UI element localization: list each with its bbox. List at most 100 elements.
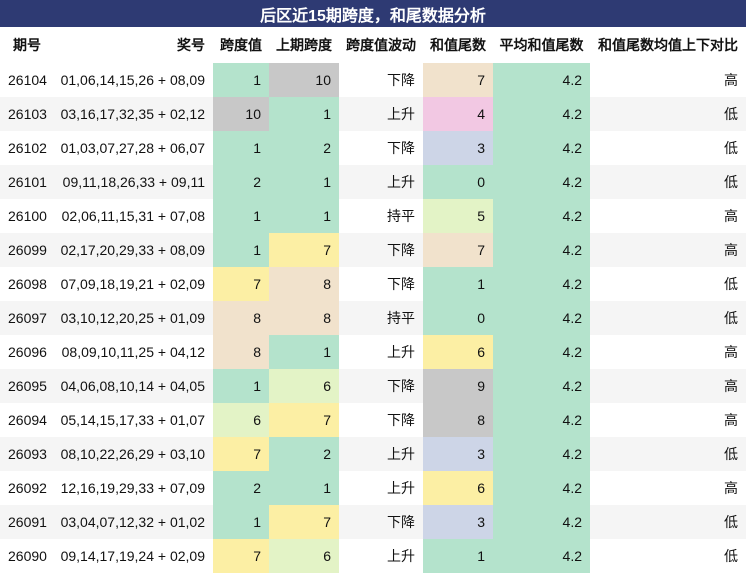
col-header-span-trend: 跨度值波动	[339, 27, 423, 63]
prev-span-cell: 10	[269, 63, 339, 97]
trend-cell: 上升	[339, 437, 423, 471]
sum-tail-cell: 3	[423, 505, 493, 539]
table-row: 26094 05,14,15,17,33 + 01,07 6 7 下降 8 4.2 高	[0, 403, 746, 437]
numbers-cell: 01,03,07,27,28 + 06,07	[54, 131, 213, 165]
span-cell: 1	[213, 131, 269, 165]
issue-cell: 26090	[0, 539, 54, 573]
numbers-cell: 03,16,17,32,35 + 02,12	[54, 97, 213, 131]
compare-cell: 低	[590, 267, 746, 301]
numbers-cell: 03,10,12,20,25 + 01,09	[54, 301, 213, 335]
trend-cell: 持平	[339, 301, 423, 335]
prev-span-cell: 2	[269, 437, 339, 471]
col-header-avg-sum-tail: 平均和值尾数	[493, 27, 590, 63]
numbers-cell: 07,09,18,19,21 + 02,09	[54, 267, 213, 301]
issue-cell: 26098	[0, 267, 54, 301]
trend-cell: 下降	[339, 63, 423, 97]
prev-span-cell: 2	[269, 131, 339, 165]
span-cell: 7	[213, 437, 269, 471]
trend-cell: 下降	[339, 233, 423, 267]
trend-cell: 上升	[339, 97, 423, 131]
trend-cell: 持平	[339, 199, 423, 233]
span-cell: 8	[213, 335, 269, 369]
span-cell: 6	[213, 403, 269, 437]
avg-sum-tail-cell: 4.2	[493, 63, 590, 97]
numbers-cell: 01,06,14,15,26 + 08,09	[54, 63, 213, 97]
avg-sum-tail-cell: 4.2	[493, 505, 590, 539]
avg-sum-tail-cell: 4.2	[493, 97, 590, 131]
prev-span-cell: 6	[269, 539, 339, 573]
numbers-cell: 08,09,10,11,25 + 04,12	[54, 335, 213, 369]
issue-cell: 26101	[0, 165, 54, 199]
issue-cell: 26096	[0, 335, 54, 369]
avg-sum-tail-cell: 4.2	[493, 437, 590, 471]
prev-span-cell: 1	[269, 199, 339, 233]
span-cell: 2	[213, 165, 269, 199]
sum-tail-cell: 3	[423, 437, 493, 471]
sum-tail-cell: 7	[423, 63, 493, 97]
trend-cell: 上升	[339, 539, 423, 573]
avg-sum-tail-cell: 4.2	[493, 199, 590, 233]
table-row: 26093 08,10,22,26,29 + 03,10 7 2 上升 3 4.2 低	[0, 437, 746, 471]
issue-cell: 26094	[0, 403, 54, 437]
col-header-compare: 和值尾数均值上下对比	[590, 27, 746, 63]
issue-cell: 26095	[0, 369, 54, 403]
span-cell: 7	[213, 539, 269, 573]
table-row: 26103 03,16,17,32,35 + 02,12 10 1 上升 4 4.2 低	[0, 97, 746, 131]
span-cell: 1	[213, 505, 269, 539]
col-header-span: 跨度值	[213, 27, 269, 63]
sum-tail-cell: 1	[423, 539, 493, 573]
numbers-cell: 05,14,15,17,33 + 01,07	[54, 403, 213, 437]
prev-span-cell: 8	[269, 301, 339, 335]
prev-span-cell: 1	[269, 165, 339, 199]
trend-cell: 下降	[339, 267, 423, 301]
issue-cell: 26091	[0, 505, 54, 539]
span-cell: 1	[213, 233, 269, 267]
table-row: 26099 02,17,20,29,33 + 08,09 1 7 下降 7 4.2 高	[0, 233, 746, 267]
issue-cell: 26097	[0, 301, 54, 335]
prev-span-cell: 1	[269, 335, 339, 369]
sum-tail-cell: 8	[423, 403, 493, 437]
col-header-prev-span: 上期跨度	[269, 27, 339, 63]
compare-cell: 低	[590, 165, 746, 199]
sum-tail-cell: 3	[423, 131, 493, 165]
span-cell: 1	[213, 199, 269, 233]
compare-cell: 低	[590, 505, 746, 539]
table-row: 26096 08,09,10,11,25 + 04,12 8 1 上升 6 4.2 高	[0, 335, 746, 369]
trend-cell: 下降	[339, 403, 423, 437]
span-cell: 10	[213, 97, 269, 131]
avg-sum-tail-cell: 4.2	[493, 335, 590, 369]
span-cell: 2	[213, 471, 269, 505]
table-row: 26091 03,04,07,12,32 + 01,02 1 7 下降 3 4.2 低	[0, 505, 746, 539]
compare-cell: 低	[590, 437, 746, 471]
numbers-cell: 09,11,18,26,33 + 09,11	[54, 165, 213, 199]
table-row: 26095 04,06,08,10,14 + 04,05 1 6 下降 9 4.2 高	[0, 369, 746, 403]
header-row: 期号 奖号 跨度值 上期跨度 跨度值波动 和值尾数 平均和值尾数 和值尾数均值上…	[0, 27, 746, 63]
span-cell: 7	[213, 267, 269, 301]
span-cell: 1	[213, 369, 269, 403]
numbers-cell: 02,17,20,29,33 + 08,09	[54, 233, 213, 267]
sum-tail-cell: 1	[423, 267, 493, 301]
issue-cell: 26100	[0, 199, 54, 233]
avg-sum-tail-cell: 4.2	[493, 301, 590, 335]
trend-cell: 上升	[339, 165, 423, 199]
avg-sum-tail-cell: 4.2	[493, 539, 590, 573]
compare-cell: 高	[590, 403, 746, 437]
table-title: 后区近15期跨度，和尾数据分析	[0, 0, 746, 27]
avg-sum-tail-cell: 4.2	[493, 267, 590, 301]
compare-cell: 高	[590, 233, 746, 267]
numbers-cell: 03,04,07,12,32 + 01,02	[54, 505, 213, 539]
issue-cell: 26104	[0, 63, 54, 97]
numbers-cell: 02,06,11,15,31 + 07,08	[54, 199, 213, 233]
prev-span-cell: 7	[269, 505, 339, 539]
table-row: 26097 03,10,12,20,25 + 01,09 8 8 持平 0 4.2 低	[0, 301, 746, 335]
prev-span-cell: 6	[269, 369, 339, 403]
table-row: 26101 09,11,18,26,33 + 09,11 2 1 上升 0 4.2 低	[0, 165, 746, 199]
sum-tail-cell: 0	[423, 301, 493, 335]
compare-cell: 高	[590, 63, 746, 97]
numbers-cell: 12,16,19,29,33 + 07,09	[54, 471, 213, 505]
sum-tail-cell: 5	[423, 199, 493, 233]
compare-cell: 高	[590, 199, 746, 233]
table-row: 26090 09,14,17,19,24 + 02,09 7 6 上升 1 4.2 低	[0, 539, 746, 573]
issue-cell: 26102	[0, 131, 54, 165]
sum-tail-cell: 4	[423, 97, 493, 131]
